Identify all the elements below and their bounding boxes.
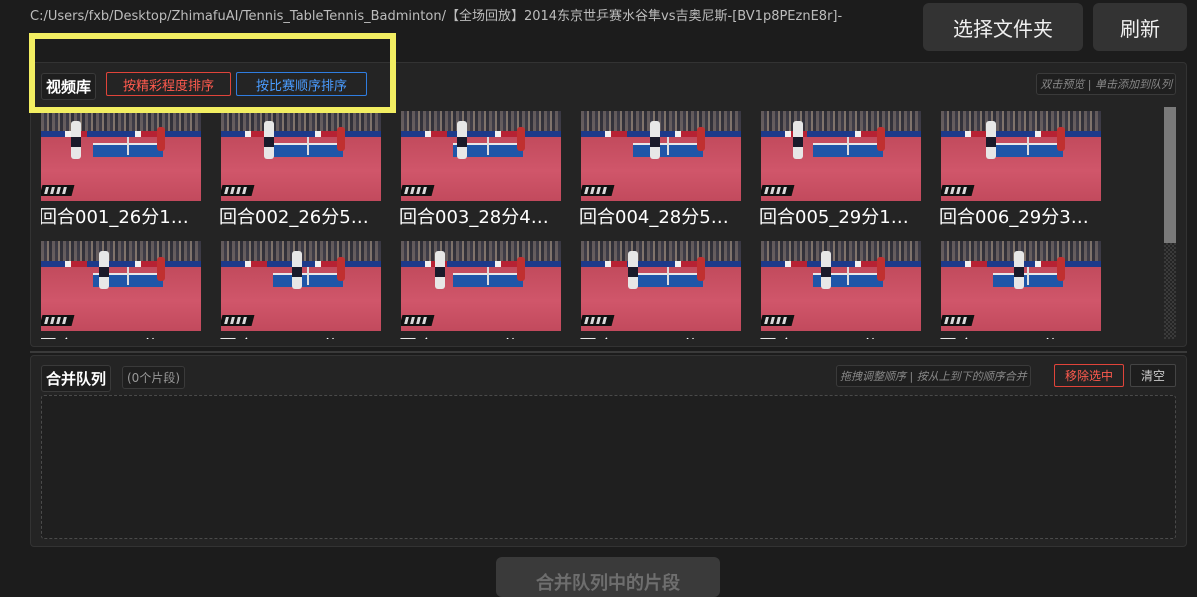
clip-caption: 回合006_29分3… (939, 207, 1089, 228)
merge-queue-panel: 合并队列 (0个片段) 拖拽调整顺序 | 按从上到下的顺序合并 移除选中 清空 (30, 355, 1187, 547)
clip-tile[interactable]: 回合001_26分1… (41, 111, 201, 231)
clip-thumbnail[interactable] (401, 241, 561, 331)
clip-tile[interactable]: 回合008_31分0… (219, 241, 383, 339)
clip-thumbnail[interactable] (221, 111, 381, 201)
library-title: 视频库 (41, 73, 97, 100)
clip-thumbnail[interactable] (941, 111, 1101, 201)
queue-title: 合并队列 (41, 365, 112, 392)
panel-splitter[interactable] (30, 351, 1187, 353)
clip-tile[interactable]: 回合010_31分4… (579, 241, 743, 339)
clip-tile[interactable]: 回合009_31分2… (399, 241, 563, 339)
clip-caption: 回合005_29分1… (759, 207, 909, 228)
clip-caption: 回合010_31分4… (579, 335, 743, 339)
clip-caption: 回合009_31分2… (399, 335, 563, 339)
remove-selected-button[interactable]: 移除选中 (1054, 364, 1124, 387)
clip-caption: 回合001_26分1… (41, 207, 189, 228)
video-library-panel: 视频库 按精彩程度排序 按比赛顺序排序 双击预览 | 单击添加到队列 回合001… (30, 62, 1187, 347)
clip-tile[interactable]: 回合003_28分4… (399, 111, 561, 231)
sort-by-excitement-button[interactable]: 按精彩程度排序 (106, 72, 231, 96)
clip-thumbnail[interactable] (941, 241, 1101, 331)
clear-queue-button[interactable]: 清空 (1130, 364, 1176, 387)
choose-folder-button[interactable]: 选择文件夹 (923, 3, 1083, 51)
library-scrollbar-thumb[interactable] (1164, 107, 1176, 243)
clip-thumbnail[interactable] (581, 241, 741, 331)
sort-by-match-order-button[interactable]: 按比赛顺序排序 (236, 72, 367, 96)
merge-queue-button[interactable]: 合并队列中的片段 (496, 557, 720, 597)
clip-caption: 回合008_31分0… (219, 335, 383, 339)
clip-caption: 回合003_28分4… (399, 207, 549, 228)
clip-thumbnail[interactable] (221, 241, 381, 331)
clip-grid: 回合001_26分1… 回合002_26分5… 回合003_28分4… 回合004_2… (41, 109, 1163, 339)
clip-tile[interactable]: 回合004_28分5… (579, 111, 741, 231)
folder-path: C:/Users/fxb/Desktop/ZhimafuAI/Tennis_Ta… (30, 9, 843, 24)
clip-caption: 回合011_31分5… (759, 335, 923, 339)
clip-tile[interactable]: 回合005_29分1… (759, 111, 921, 231)
queue-count-badge: (0个片段) (122, 366, 185, 389)
clip-caption: 回合002_26分5… (219, 207, 369, 228)
queue-hint: 拖拽调整顺序 | 按从上到下的顺序合并 (836, 365, 1031, 387)
clip-tile[interactable]: 回合006_29分3… (939, 111, 1101, 231)
clip-tile[interactable]: 回合011_31分5… (759, 241, 923, 339)
clip-thumbnail[interactable] (581, 111, 741, 201)
clip-thumbnail[interactable] (401, 111, 561, 201)
queue-drop-zone[interactable] (41, 395, 1176, 539)
clip-thumbnail[interactable] (761, 111, 921, 201)
clip-tile[interactable]: 回合002_26分5… (219, 111, 381, 231)
refresh-button[interactable]: 刷新 (1093, 3, 1187, 51)
clip-thumbnail[interactable] (41, 241, 201, 331)
clip-tile[interactable]: 回合012_32分1… (939, 241, 1103, 339)
clip-thumbnail[interactable] (41, 111, 201, 201)
clip-caption: 回合004_28分5… (579, 207, 729, 228)
clip-caption: 回合012_32分1… (939, 335, 1103, 339)
library-hint: 双击预览 | 单击添加到队列 (1036, 73, 1176, 95)
clip-tile[interactable]: 回合007_30分4… (41, 241, 201, 339)
clip-caption: 回合007_30分4… (41, 335, 203, 339)
clip-thumbnail[interactable] (761, 241, 921, 331)
